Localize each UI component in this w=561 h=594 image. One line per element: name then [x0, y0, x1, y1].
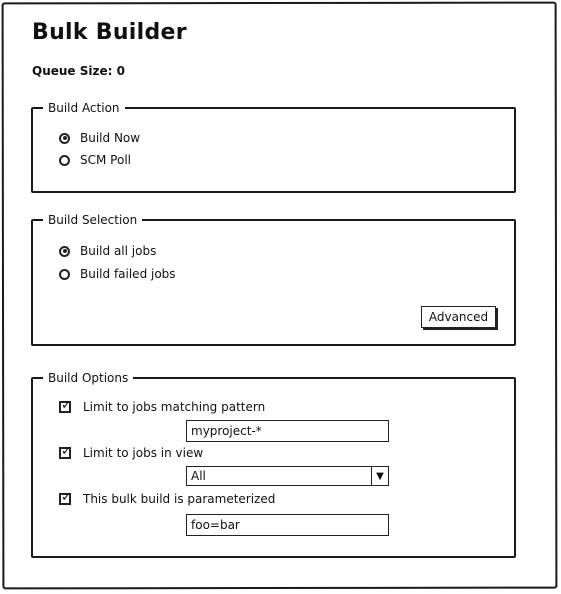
queue-size-value: 0: [116, 64, 125, 78]
scm-poll-label: SCM Poll: [80, 153, 131, 167]
scm-poll-radio[interactable]: [59, 154, 70, 166]
build-now-option[interactable]: Build Now: [59, 131, 140, 145]
build-all-jobs-radio[interactable]: [59, 245, 70, 257]
build-all-jobs-label: Build all jobs: [80, 244, 157, 258]
build-options-group: Build Options Limit to jobs matching pat…: [31, 370, 516, 558]
triangle-down-icon[interactable]: ▼: [371, 467, 388, 485]
build-now-label: Build Now: [80, 131, 141, 145]
advanced-button[interactable]: Advanced: [421, 306, 496, 328]
build-failed-jobs-radio[interactable]: [59, 268, 70, 280]
view-option[interactable]: Limit to jobs in view: [59, 444, 204, 460]
pattern-checkbox[interactable]: [59, 398, 72, 414]
build-action-group: Build Action Build Now SCM Poll: [31, 100, 516, 193]
build-options-legend: Build Options: [43, 370, 134, 386]
params-checkbox[interactable]: [59, 490, 72, 506]
pattern-label: Limit to jobs matching pattern: [83, 400, 266, 414]
view-label: Limit to jobs in view: [83, 446, 204, 460]
build-now-radio[interactable]: [59, 132, 70, 144]
view-select[interactable]: All ▼: [186, 466, 389, 486]
build-action-legend: Build Action: [43, 100, 125, 116]
scm-poll-option[interactable]: SCM Poll: [59, 153, 131, 167]
params-label: This bulk build is parameterized: [83, 492, 276, 506]
build-failed-jobs-label: Build failed jobs: [80, 267, 176, 281]
build-selection-legend: Build Selection: [43, 212, 143, 228]
build-failed-jobs-option[interactable]: Build failed jobs: [59, 267, 176, 281]
params-option[interactable]: This bulk build is parameterized: [59, 490, 276, 506]
pattern-option[interactable]: Limit to jobs matching pattern: [59, 398, 266, 414]
queue-size: Queue Size: 0: [32, 64, 125, 78]
build-all-jobs-option[interactable]: Build all jobs: [59, 244, 156, 258]
page-title: Bulk Builder: [32, 20, 187, 45]
queue-size-label: Queue Size:: [32, 64, 113, 78]
view-select-value: All: [191, 469, 206, 483]
pattern-input[interactable]: [186, 420, 389, 442]
params-input[interactable]: [186, 514, 389, 536]
build-selection-group: Build Selection Build all jobs Build fai…: [31, 212, 516, 346]
view-checkbox[interactable]: [59, 444, 72, 460]
